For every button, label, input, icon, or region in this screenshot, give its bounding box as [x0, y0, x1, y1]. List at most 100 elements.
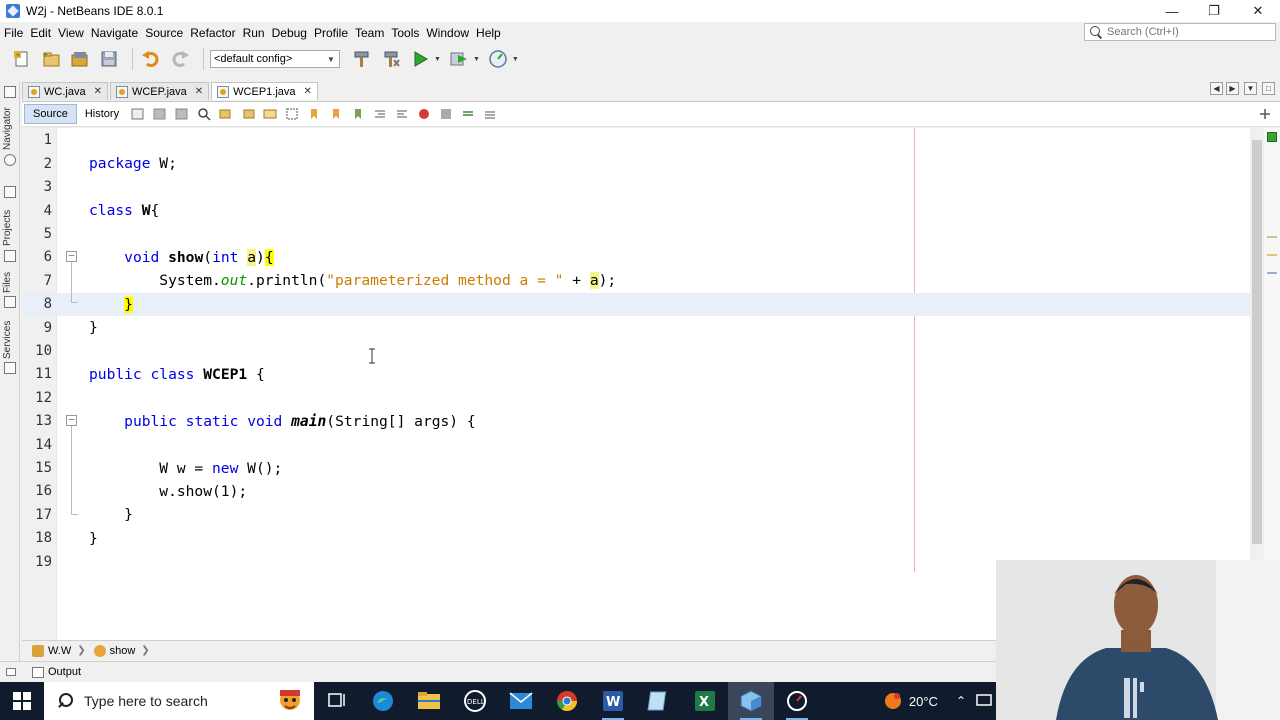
- menu-source[interactable]: Source: [141, 26, 186, 40]
- code-line[interactable]: 12: [22, 386, 1250, 409]
- shift-line-left-button[interactable]: [372, 106, 388, 122]
- window-minimize-icon[interactable]: [4, 86, 16, 98]
- close-icon[interactable]: ✕: [195, 86, 203, 97]
- close-icon[interactable]: ✕: [94, 86, 102, 97]
- taskbar-mail[interactable]: [498, 682, 544, 720]
- code-line[interactable]: 6 void show(int a){: [22, 246, 1250, 269]
- toggle-rectangular-selection-button[interactable]: [284, 106, 300, 122]
- code-text[interactable]: package W;: [89, 155, 177, 172]
- tab-wcep1-java[interactable]: WCEP1.java ✕: [211, 82, 318, 100]
- debug-project-button[interactable]: [447, 47, 471, 71]
- code-line[interactable]: 14: [22, 433, 1250, 456]
- menu-file[interactable]: File: [0, 26, 26, 40]
- code-line[interactable]: 1: [22, 129, 1250, 152]
- code-line[interactable]: 5: [22, 222, 1250, 245]
- side-tab-services[interactable]: Services: [2, 318, 18, 362]
- find-selection-button[interactable]: [196, 106, 212, 122]
- forward-button[interactable]: [174, 106, 190, 122]
- side-tab-projects[interactable]: Projects: [2, 204, 18, 252]
- menu-tools[interactable]: Tools: [387, 26, 422, 40]
- chevron-down-icon[interactable]: ▼: [512, 56, 519, 63]
- code-line[interactable]: 10: [22, 339, 1250, 362]
- history-view-button[interactable]: History: [77, 104, 127, 124]
- clean-build-button[interactable]: [379, 47, 403, 71]
- next-bookmark-button[interactable]: [328, 106, 344, 122]
- taskbar-search-box[interactable]: Type here to search: [44, 682, 314, 720]
- menu-refactor[interactable]: Refactor: [186, 26, 238, 40]
- taskbar-excel[interactable]: X: [682, 682, 728, 720]
- breadcrumb-method[interactable]: show ❯: [93, 644, 150, 657]
- side-tab-navigator[interactable]: Navigator: [2, 104, 18, 154]
- toggle-highlight-button[interactable]: [262, 106, 278, 122]
- code-text[interactable]: public class WCEP1 {: [89, 366, 265, 383]
- start-macro-recording-button[interactable]: [416, 106, 432, 122]
- show-opened-documents-icon[interactable]: ▼: [1244, 82, 1257, 95]
- find-previous-button[interactable]: [218, 106, 234, 122]
- start-button[interactable]: [0, 682, 44, 720]
- source-view-button[interactable]: Source: [24, 104, 77, 124]
- configuration-select[interactable]: <default config> ▼: [210, 50, 340, 68]
- code-text[interactable]: class W{: [89, 202, 159, 219]
- close-icon[interactable]: ✕: [304, 86, 312, 97]
- code-line[interactable]: 8 }: [22, 292, 1250, 316]
- code-line[interactable]: 11 public class WCEP1 {: [22, 363, 1250, 386]
- tab-wc-java[interactable]: WC.java ✕: [22, 82, 108, 100]
- back-button[interactable]: [152, 106, 168, 122]
- menu-edit[interactable]: Edit: [26, 26, 54, 40]
- code-line[interactable]: 4 class W{: [22, 199, 1250, 222]
- comment-button[interactable]: [460, 106, 476, 122]
- stop-macro-recording-button[interactable]: [438, 106, 454, 122]
- task-view-button[interactable]: [314, 682, 360, 720]
- menu-navigate[interactable]: Navigate: [87, 26, 141, 40]
- occurrence-mark[interactable]: [1267, 236, 1277, 238]
- shift-line-right-button[interactable]: [394, 106, 410, 122]
- menu-view[interactable]: View: [54, 26, 87, 40]
- taskbar-netbeans[interactable]: [728, 682, 774, 720]
- code-text[interactable]: }: [89, 295, 133, 313]
- tab-wcep-java[interactable]: WCEP.java ✕: [109, 82, 210, 100]
- taskbar-chrome[interactable]: [544, 682, 590, 720]
- side-tab-files[interactable]: Files: [2, 270, 18, 294]
- code-line[interactable]: 18}: [22, 527, 1250, 550]
- code-line[interactable]: 7 System.out.println("parameterized meth…: [22, 269, 1250, 292]
- code-line[interactable]: 16 w.show(1);: [22, 480, 1250, 503]
- uncomment-button[interactable]: [482, 106, 498, 122]
- code-line[interactable]: 15 W w = new W();: [22, 456, 1250, 479]
- taskbar-edge[interactable]: [360, 682, 406, 720]
- find-next-button[interactable]: [240, 106, 256, 122]
- split-editor-button[interactable]: [1257, 106, 1273, 122]
- code-text[interactable]: }: [89, 319, 98, 336]
- last-edit-button[interactable]: [130, 106, 146, 122]
- new-project-button[interactable]: +: [39, 47, 63, 71]
- window-minimize-icon[interactable]: [4, 186, 16, 198]
- quick-search-input[interactable]: [1107, 26, 1267, 38]
- code-line[interactable]: 9}: [22, 316, 1250, 339]
- menu-team[interactable]: Team: [351, 26, 387, 40]
- code-text[interactable]: }: [89, 530, 98, 547]
- toggle-bookmark-button[interactable]: [350, 106, 366, 122]
- output-tab[interactable]: Output: [48, 666, 81, 678]
- taskbar-clock-app[interactable]: [774, 682, 820, 720]
- fold-toggle-show[interactable]: –: [66, 251, 77, 262]
- taskbar-dell[interactable]: DELL: [452, 682, 498, 720]
- menu-run[interactable]: Run: [239, 26, 268, 40]
- temperature-label[interactable]: 20°C: [909, 694, 938, 709]
- code-text[interactable]: }: [89, 506, 133, 523]
- code-line[interactable]: 17 }: [22, 503, 1250, 526]
- menu-help[interactable]: Help: [472, 26, 504, 40]
- new-file-button[interactable]: +: [10, 47, 34, 71]
- build-project-button[interactable]: [350, 47, 374, 71]
- scrollbar-thumb[interactable]: [1252, 140, 1262, 544]
- save-all-button[interactable]: [97, 47, 121, 71]
- code-line[interactable]: 3: [22, 176, 1250, 199]
- maximize-button[interactable]: ❐: [1192, 0, 1236, 22]
- code-line[interactable]: 2 package W;: [22, 152, 1250, 175]
- scroll-tabs-right-icon[interactable]: ▶: [1226, 82, 1239, 95]
- fold-toggle-main[interactable]: –: [66, 415, 77, 426]
- breadcrumb-class[interactable]: W.W ❯: [32, 644, 86, 657]
- taskbar-notepad[interactable]: [636, 682, 682, 720]
- chevron-up-icon[interactable]: ⌃: [956, 694, 966, 708]
- taskbar-file-explorer[interactable]: [406, 682, 452, 720]
- code-text[interactable]: System.out.println("parameterized method…: [89, 272, 616, 290]
- caret-line-mark[interactable]: [1267, 272, 1277, 274]
